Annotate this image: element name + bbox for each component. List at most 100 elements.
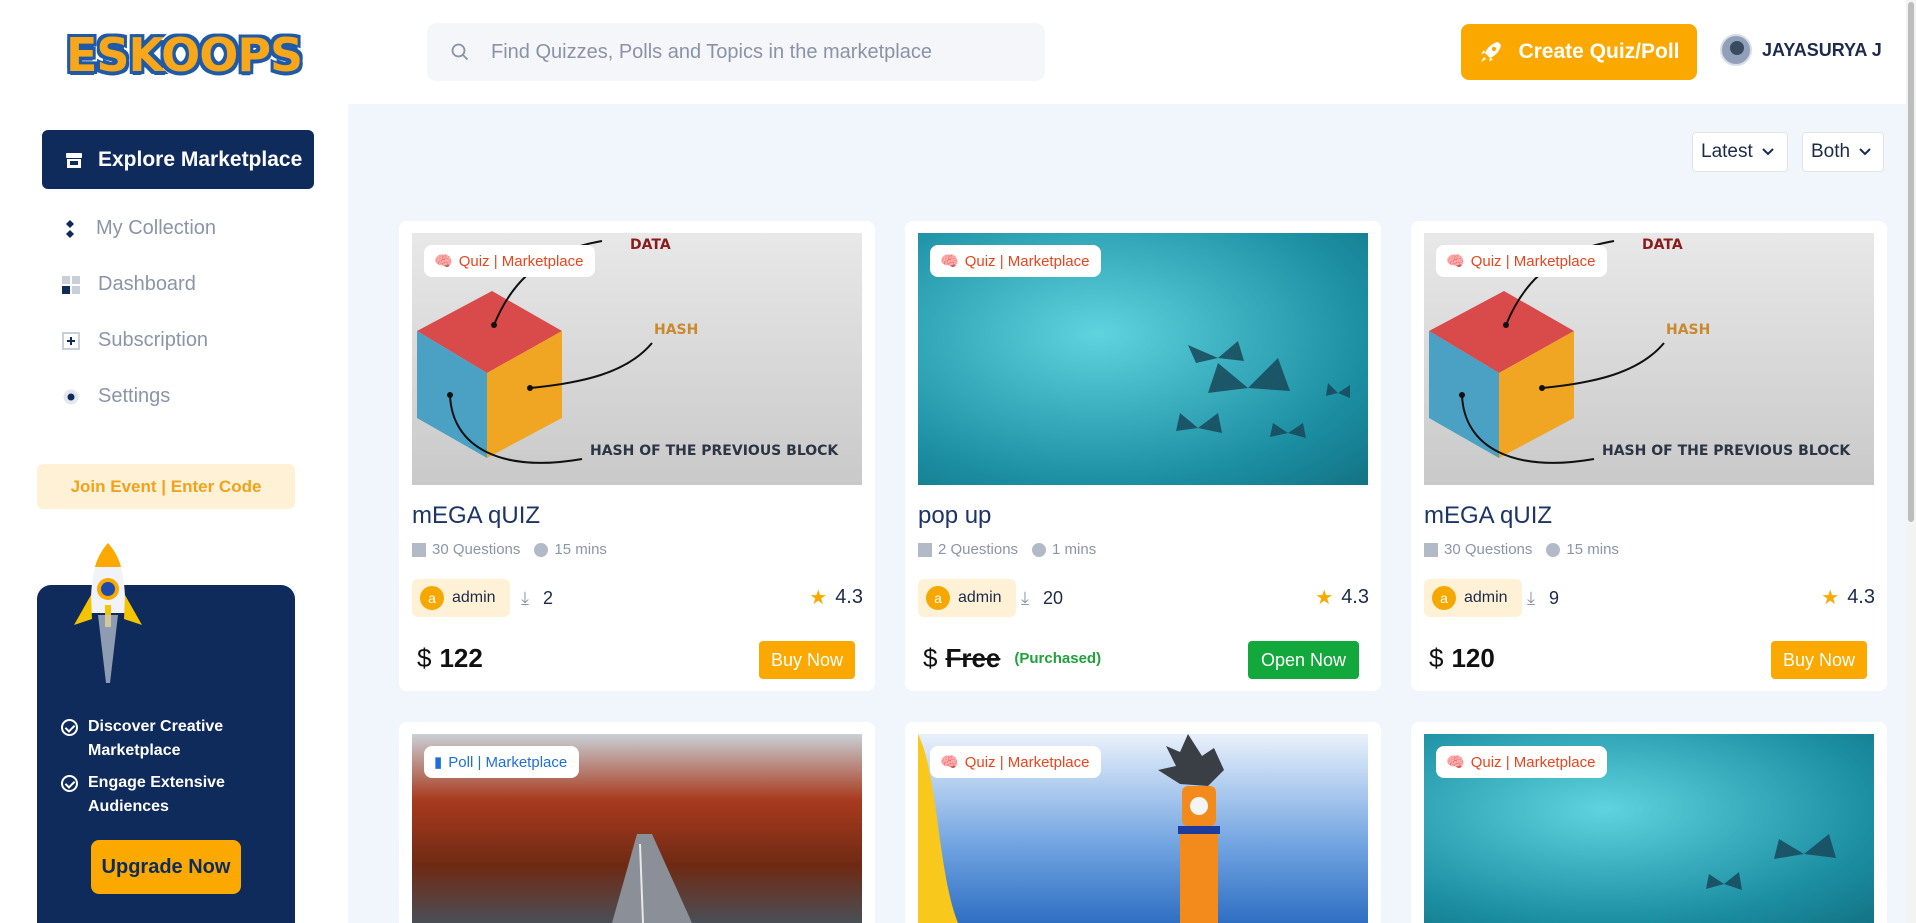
card-thumbnail[interactable]: 🧠 Quiz | Marketplace [918, 734, 1368, 923]
badge-label: Quiz | Marketplace [458, 252, 584, 270]
author-avatar: a [420, 586, 444, 610]
author-chip: a admin [412, 579, 510, 617]
brain-icon: 🧠 [940, 253, 959, 270]
card-meta: 30 Questions 15 mins [412, 541, 607, 558]
card-thumbnail[interactable]: DATA HASH HASH OF THE PREVIOUS BLOCK 🧠 Qu… [1424, 233, 1874, 485]
store-icon [66, 152, 82, 168]
card-meta: 30 Questions 15 mins [1424, 541, 1619, 558]
duration: 1 mins [1052, 541, 1097, 558]
download-count: ⤓ 9 [1527, 588, 1559, 609]
author-chip: a admin [918, 579, 1016, 617]
open-now-button[interactable]: Open Now [1247, 641, 1359, 679]
rocket-icon [1481, 42, 1502, 62]
price-value: 120 [1451, 643, 1495, 673]
questions-icon [1424, 542, 1438, 557]
buy-now-button[interactable]: Buy Now [1770, 641, 1867, 679]
card-thumbnail[interactable]: DATA HASH HASH OF THE PREVIOUS BLOCK 🧠 Qu… [412, 233, 862, 485]
sidebar-item-dashboard[interactable]: Dashboard [62, 273, 196, 296]
star-icon: ★ [1821, 587, 1840, 609]
downloads-value: 2 [542, 588, 553, 608]
rating-value: 4.3 [1341, 586, 1369, 608]
sidebar-item-label: My Collection [96, 217, 217, 239]
upgrade-now-button[interactable]: Upgrade Now [91, 840, 241, 894]
download-count: ⤓ 20 [1021, 588, 1063, 609]
logo-text: ESKOOPS [66, 28, 303, 82]
question-count: 30 Questions [432, 541, 521, 558]
duration: 15 mins [554, 541, 607, 558]
duration: 15 mins [1566, 541, 1619, 558]
star-icon: ★ [809, 587, 828, 609]
sidebar-item-explore-marketplace[interactable]: Explore Marketplace [42, 130, 314, 189]
card-title[interactable]: mEGA qUIZ [1424, 502, 1552, 530]
scrollbar-thumb[interactable] [1908, 2, 1914, 522]
sidebar-item-settings[interactable]: Settings [62, 385, 170, 408]
eskoops-logo[interactable]: ESKOOPS [66, 22, 303, 88]
marketplace-card[interactable]: ▮ Poll | Marketplace [399, 722, 875, 923]
type-dropdown[interactable]: Both [1802, 132, 1884, 172]
user-menu[interactable]: JAYASURYA J [1720, 34, 1882, 66]
clock-icon [534, 542, 549, 557]
price-value: Free [945, 643, 1001, 673]
sidebar-item-my-collection[interactable]: My Collection [62, 217, 216, 240]
card-title[interactable]: mEGA qUIZ [412, 502, 540, 530]
question-count: 30 Questions [1444, 541, 1533, 558]
sidebar-item-label: Explore Marketplace [98, 147, 303, 171]
rating-value: 4.3 [835, 586, 863, 608]
promo-item-text: Engage Extensive Audiences [88, 774, 225, 815]
sidebar-item-label: Subscription [98, 329, 209, 351]
download-icon: ⤓ [521, 588, 529, 608]
currency: $ [417, 643, 432, 673]
search-bar[interactable] [427, 23, 1045, 81]
price: $ Free (Purchased) [923, 643, 1101, 674]
card-meta: 2 Questions 1 mins [918, 541, 1096, 558]
brain-icon: 🧠 [434, 253, 453, 270]
card-thumbnail[interactable]: 🧠 Quiz | Marketplace [918, 233, 1368, 485]
badge-label: Quiz | Marketplace [964, 252, 1090, 270]
card-title[interactable]: pop up [918, 502, 991, 530]
marketplace-card[interactable]: DATA HASH HASH OF THE PREVIOUS BLOCK 🧠 Qu… [1411, 221, 1887, 691]
marketplace-card[interactable]: 🧠 Quiz | Marketplace [1411, 722, 1887, 923]
sort-dropdown[interactable]: Latest [1692, 132, 1788, 172]
marketplace-card[interactable]: 🧠 Quiz | Marketplace [905, 722, 1381, 923]
collection-icon [66, 219, 74, 238]
author-name: admin [1464, 589, 1508, 606]
upgrade-label: Upgrade Now [101, 855, 231, 878]
sidebar-item-label: Settings [98, 385, 171, 407]
purchased-label: (Purchased) [1014, 650, 1102, 667]
image-label-previous: HASH OF THE PREVIOUS BLOCK [590, 443, 839, 459]
subscription-icon [62, 331, 80, 350]
author-avatar: a [926, 586, 950, 610]
download-icon: ⤓ [1527, 588, 1535, 608]
download-icon: ⤓ [1021, 588, 1029, 608]
marketplace-card[interactable]: DATA HASH HASH OF THE PREVIOUS BLOCK 🧠 Qu… [399, 221, 875, 691]
check-circle-icon [61, 719, 78, 736]
check-circle-icon [61, 775, 78, 792]
question-count: 2 Questions [938, 541, 1019, 558]
settings-icon [63, 389, 79, 404]
chevron-down-icon [1762, 148, 1774, 156]
marketplace-card[interactable]: 🧠 Quiz | Marketplace pop up 2 Questions 1… [905, 221, 1381, 691]
join-event-button[interactable]: Join Event | Enter Code [37, 464, 295, 509]
search-input[interactable] [491, 40, 1011, 64]
card-thumbnail[interactable]: ▮ Poll | Marketplace [412, 734, 862, 923]
create-button-label: Create Quiz/Poll [1518, 40, 1680, 63]
author-avatar: a [1432, 586, 1456, 610]
create-quiz-poll-button[interactable]: Create Quiz/Poll [1461, 24, 1697, 80]
card-thumbnail[interactable]: 🧠 Quiz | Marketplace [1424, 734, 1874, 923]
currency: $ [1429, 643, 1444, 673]
chevron-down-icon [1859, 148, 1871, 156]
author-name: admin [452, 589, 496, 606]
avatar [1720, 34, 1752, 66]
author-chip: a admin [1424, 579, 1522, 617]
sidebar-item-subscription[interactable]: Subscription [62, 329, 208, 352]
buy-now-button[interactable]: Buy Now [758, 641, 855, 679]
image-label-hash: HASH [654, 322, 698, 338]
currency: $ [923, 643, 938, 673]
promo-item: Engage Extensive Audiences [61, 771, 281, 819]
brain-icon: 🧠 [1446, 754, 1465, 771]
promo-item: Discover Creative Marketplace [61, 715, 281, 763]
author-name: admin [958, 589, 1002, 606]
rating: ★ 4.3 [809, 585, 863, 610]
image-label-previous: HASH OF THE PREVIOUS BLOCK [1602, 443, 1851, 459]
user-name: JAYASURYA J [1762, 39, 1882, 60]
